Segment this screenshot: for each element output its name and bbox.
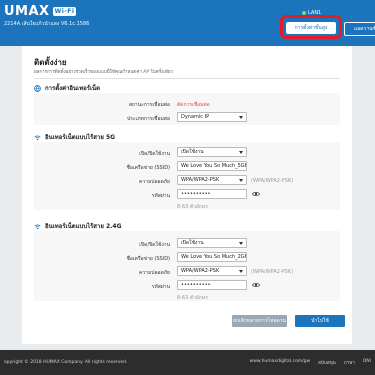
wifi24-password-label: รหัสผ่าน [151,284,170,290]
wifi24-enable-value: เปิดใช้งาน [181,240,204,246]
advanced-mode-button[interactable]: แอดวานซ์ [344,22,375,36]
connection-status-value: ตัดการเชื่อมต่อ [177,102,210,108]
footer-link-support[interactable]: สนับสนุน [318,359,336,366]
wifi5-enable-label: เปิด/ปิดใช้งาน [139,151,170,157]
wifi24-enable-select[interactable]: เปิดใช้งาน [177,238,247,248]
connection-type-select[interactable]: Dynamic IP [177,112,247,122]
top-bar: UMAX Wi-Fi 2214A เส้นใยแก้วนำแสง V6.1c.15… [0,0,375,46]
eye-icon[interactable] [252,191,260,197]
connection-type-value: Dynamic IP [181,114,210,120]
footer-link-language[interactable]: ภาษา [344,359,355,366]
chevron-down-icon [239,116,243,119]
wifi5-password-hint: 8-63 ตัวอักษร [177,204,209,210]
wifi5-password-input[interactable]: •••••••••• [177,189,247,199]
brand-logo: UMAX Wi-Fi [4,4,77,19]
connection-status-label: สถานะการเชื่อมต่อ [128,102,170,108]
wifi24-enable-label: เปิด/ปิดใช้งาน [139,242,170,248]
chevron-down-icon [239,242,243,245]
wifi5-section-title: อินเทอร์เน็ตแบบไร้สาย 5G [34,132,115,142]
brand-badge: Wi-Fi [52,7,77,16]
footer-link-website[interactable]: www.humaxdigital.com/gw [250,359,311,366]
page-description: ผลการการติดตั้งอย่างรวดเร็วของแบบนี้ให้ค… [34,70,174,75]
wifi5-security-hint: (WPA/WPA2-PSK) [251,178,294,184]
model-info: 2214A เส้นใยแก้วนำแสง V6.1c.1586 [4,21,90,27]
divider [34,78,340,79]
easy-setup-card: ติดตั้งง่าย ผลการการติดตั้งอย่างรวดเร็วข… [22,46,352,344]
wifi5-enable-select[interactable]: เปิดใช้งาน [177,147,247,157]
wifi5-enable-value: เปิดใช้งาน [181,149,204,155]
footer: opyright © 2018 HUMAX Company. All right… [0,350,375,375]
chevron-down-icon [239,179,243,182]
wifi5-section-label: อินเทอร์เน็ตแบบไร้สาย 5G [45,134,116,141]
highlight-annotation [280,15,342,39]
chevron-down-icon [239,151,243,154]
brand-name: UMAX [4,4,50,19]
wifi24-security-select[interactable]: WPA/WPA2-PSK [177,266,247,276]
eye-icon[interactable] [252,282,260,288]
wifi24-security-label: ความปลอดภัย [139,270,170,276]
wifi5-ssid-input[interactable]: We Love You So Much_5GHz [177,161,247,171]
footer-links: www.humaxdigital.com/gw สนับสนุน ภาษา ON… [250,359,371,366]
wifi5-security-select[interactable]: WPA/WPA2-PSK [177,175,247,185]
chevron-down-icon [239,270,243,273]
wifi24-security-hint: (WPA/WPA2-PSK) [251,269,294,275]
internet-section-label: การตั้งค่าอินเทอร์เน็ต [45,85,101,92]
apply-button[interactable]: นำไปใช้ [295,315,345,327]
wifi24-ssid-input[interactable]: We Love You So Much_2GHz [177,252,247,262]
wifi24-section-label: อินเทอร์เน็ตแบบไร้สาย 2.4G [45,223,122,230]
wifi24-password-hint: 8-63 ตัวอักษร [177,295,209,301]
internet-section-title: การตั้งค่าอินเทอร์เน็ต [34,83,100,93]
wifi24-section-title: อินเทอร์เน็ตแบบไร้สาย 2.4G [34,221,122,231]
wifi-icon [34,224,41,229]
wifi5-password-label: รหัสผ่าน [151,193,170,199]
wifi-icon [34,135,41,140]
wifi24-ssid-label: ชื่อเครือข่าย (SSID) [126,256,170,262]
cancel-button[interactable]: ยกเลิกหลายการโหลดาน [232,315,287,327]
wifi24-security-value: WPA/WPA2-PSK [181,268,220,274]
wifi24-password-input[interactable]: •••••••••• [177,280,247,290]
copyright-text: opyright © 2018 HUMAX Company. All right… [4,360,128,365]
wifi5-security-label: ความปลอดภัย [139,179,170,185]
wifi5-security-value: WPA/WPA2-PSK [181,177,220,183]
connection-type-label: ประเภทการเชื่อมต่อ [126,116,170,122]
globe-icon [34,84,41,92]
footer-link-extra[interactable]: ONI [363,359,371,366]
wifi5-ssid-label: ชื่อเครือข่าย (SSID) [126,165,170,171]
